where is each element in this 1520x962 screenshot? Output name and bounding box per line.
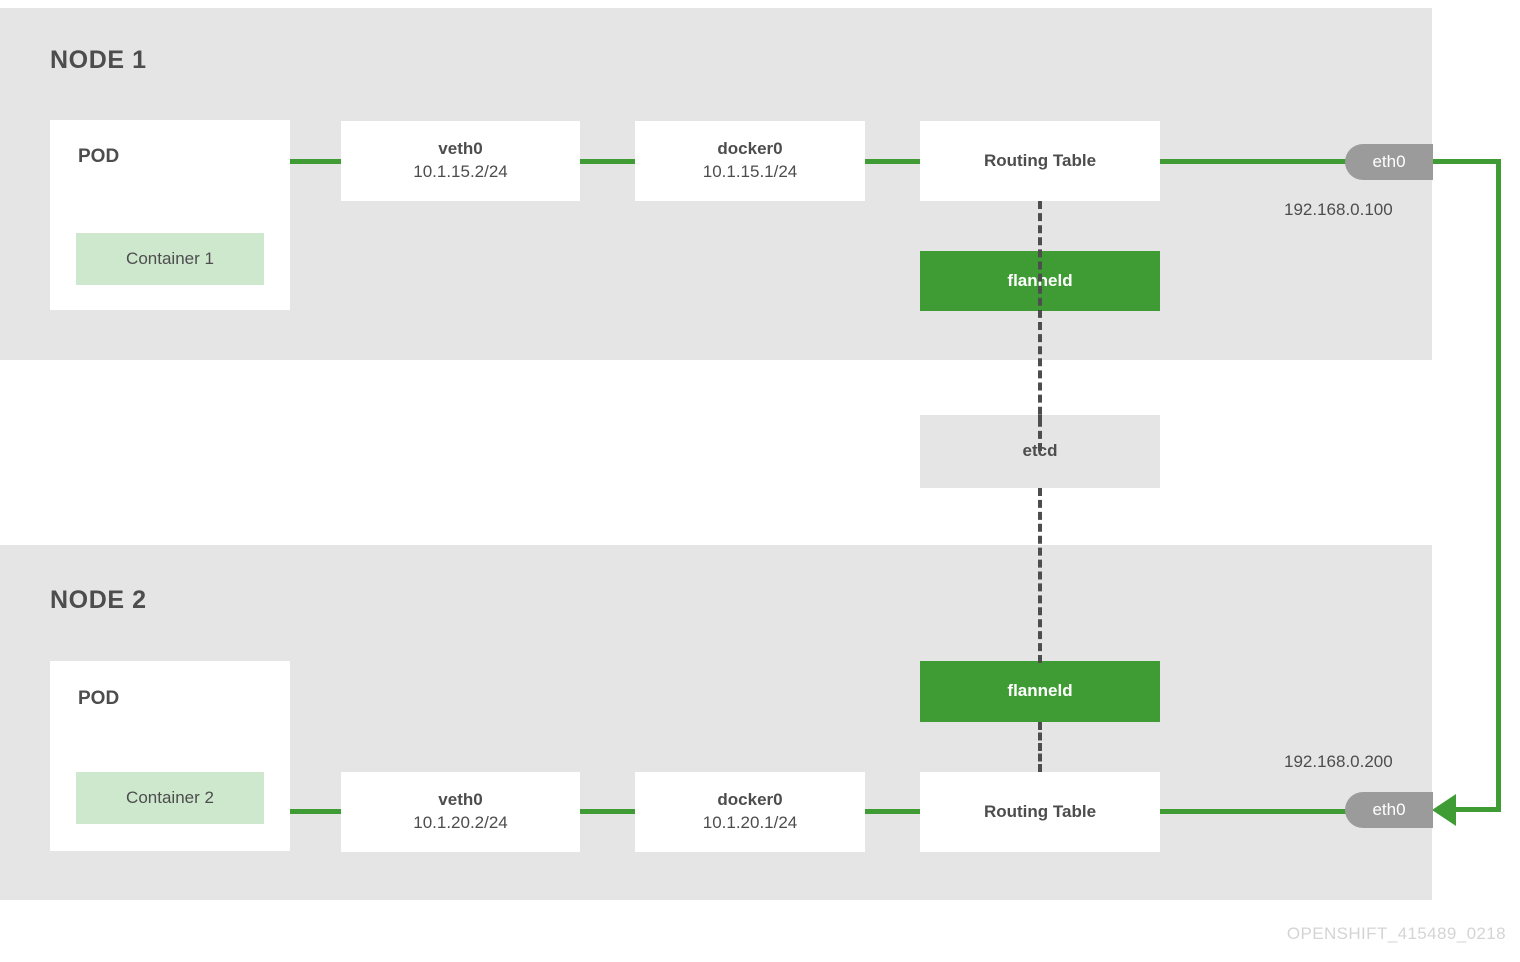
- figure-id-label: OPENSHIFT_415489_0218: [1286, 924, 1506, 943]
- node1-docker0-name: docker0: [717, 139, 783, 159]
- node2-eth0-badge: eth0: [1345, 792, 1433, 828]
- node1-connector-routing-eth: [1160, 159, 1350, 164]
- node1-veth0-cidr: 10.1.15.2/24: [413, 162, 508, 181]
- node1-veth0-name: veth0: [438, 139, 483, 159]
- external-link-bottom: [1455, 807, 1501, 812]
- node2-connector-docker-routing: [865, 809, 920, 814]
- node2-connector-pod-veth: [290, 809, 341, 814]
- external-link-top: [1428, 159, 1501, 164]
- node1-connector-docker-routing: [865, 159, 920, 164]
- node2-flanneld-dashed-link: [1038, 722, 1042, 772]
- node1-veth0-box: veth0 10.1.15.2/24: [341, 121, 580, 201]
- node1-connector-veth-docker: [580, 159, 635, 164]
- node2-flanneld-box: flanneld: [920, 661, 1160, 722]
- node2-veth0-cidr: 10.1.20.2/24: [413, 813, 508, 832]
- node2-routing-table-label: Routing Table: [983, 801, 1097, 821]
- node2-flanneld-label: flanneld: [1007, 681, 1073, 701]
- node2-veth0-name: veth0: [438, 790, 483, 810]
- node2-container-chip: Container 2: [76, 772, 264, 824]
- node2-title: NODE 2: [50, 586, 147, 614]
- node2-connector-veth-docker: [580, 809, 635, 814]
- etcd-dashed-link-lower: [1038, 488, 1042, 663]
- node1-flanneld-dashed-link: [1038, 201, 1042, 451]
- node1-routing-table-label: Routing Table: [983, 150, 1097, 170]
- node2-connector-routing-eth: [1160, 809, 1350, 814]
- node1-eth0-ip: 192.168.0.100: [1284, 200, 1393, 219]
- etcd-dashed-link-upper: [1038, 415, 1042, 425]
- diagram-canvas: NODE 1 POD Container 1 veth0 10.1.15.2/2…: [0, 0, 1520, 962]
- node1-pod-label: POD: [78, 146, 120, 167]
- external-link-right: [1496, 159, 1501, 812]
- node2-docker0-box: docker0 10.1.20.1/24: [635, 772, 865, 852]
- node1-connector-pod-veth: [290, 159, 341, 164]
- node2-routing-table-box: Routing Table: [920, 772, 1160, 852]
- external-link-arrowhead: [1432, 794, 1456, 826]
- node2-pod-label: POD: [78, 688, 120, 709]
- node1-docker0-box: docker0 10.1.15.1/24: [635, 121, 865, 201]
- node1-container-chip: Container 1: [76, 233, 264, 285]
- node2-docker0-name: docker0: [717, 790, 783, 810]
- node1-docker0-cidr: 10.1.15.1/24: [702, 162, 798, 181]
- node2-docker0-cidr: 10.1.20.1/24: [702, 813, 798, 832]
- node1-title: NODE 1: [50, 46, 147, 74]
- node2-veth0-box: veth0 10.1.20.2/24: [341, 772, 580, 852]
- node1-eth0-badge: eth0: [1345, 144, 1433, 180]
- node2-eth0-ip: 192.168.0.200: [1284, 752, 1393, 771]
- node1-routing-table-box: Routing Table: [920, 121, 1160, 201]
